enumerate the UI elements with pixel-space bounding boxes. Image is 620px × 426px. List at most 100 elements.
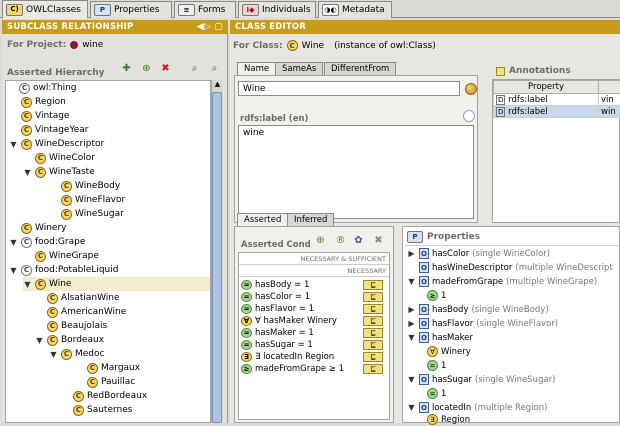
tree-node[interactable]: CWinery [21,221,66,235]
tree-node[interactable]: CSauternes [73,403,132,417]
tab-individuals[interactable]: I◆ Individuals [238,1,316,18]
tree-node[interactable]: CRedBordeaux [73,389,147,403]
expand-toggle-icon[interactable]: ▼ [23,168,32,177]
annotation-row[interactable]: D rdfs:label win [494,106,620,118]
expand-toggle-icon[interactable]: ▶ [407,305,416,314]
tree-node[interactable]: CAlsatianWine [47,291,120,305]
property-row[interactable]: ▼OhasMaker [407,331,473,344]
tree-node-selected[interactable]: ▼CWine [23,277,211,291]
tree-scroll-thumb[interactable] [212,92,222,423]
annotation-row[interactable]: D rdfs:label vin [494,94,620,106]
language-ring-icon[interactable] [463,110,475,122]
tree-node[interactable]: CAmericanWine [47,305,126,319]
tree-node[interactable]: CPauillac [87,375,135,389]
tree-node[interactable]: CWineSugar [61,207,124,221]
property-sub-row[interactable]: =1 [427,359,446,372]
tree-node[interactable]: CMargaux [87,361,140,375]
expand-toggle-icon[interactable]: ▶ [407,319,416,328]
class-icon: C [21,237,32,248]
property-sub-row[interactable]: ≥1 [427,289,446,302]
property-row[interactable]: ▶OhasColor(single WineColor) [407,247,550,260]
expand-toggle-icon[interactable]: ▼ [9,238,18,247]
expand-toggle-icon[interactable]: ▶ [407,249,416,258]
tab-differentfrom[interactable]: DifferentFrom [324,62,396,75]
condition-row[interactable]: =hasMaker = 1 [241,327,314,339]
for-class-label: For Class: [233,41,283,51]
expand-toggle-icon[interactable]: ▼ [407,277,416,286]
expand-toggle-icon[interactable]: ▼ [49,350,58,359]
tab-sameas[interactable]: SameAs [275,62,323,75]
property-row[interactable]: OhasWineDescriptor(multiple WineDescript [407,261,613,274]
tree-node[interactable]: ▼CWineTaste [23,165,95,179]
tree-node[interactable]: CWineBody [61,179,120,193]
tree-node[interactable]: Cowl:Thing [7,81,77,95]
condition-text: ∀ hasMaker Winery [255,316,337,326]
condition-row[interactable]: =hasFlavor = 1 [241,303,314,315]
create-restriction-icon[interactable]: ⊕ [314,234,327,247]
property-row[interactable]: ▶OhasBody(single WineBody) [407,303,549,316]
property-row[interactable]: ▼OmadeFromGrape(multiple WineGrape) [407,275,597,288]
tab-forms[interactable]: ≡ Forms [174,1,236,18]
tree-node[interactable]: ▼CBordeaux [35,333,104,347]
expand-toggle-icon[interactable]: ▼ [35,336,44,345]
property-sub-row[interactable]: ∀Winery [427,345,471,358]
create-sibling-icon[interactable]: ⊕ [140,62,153,75]
condition-row[interactable]: ≥madeFromGrape ≥ 1 [241,363,344,375]
tree-node[interactable]: CRegion [21,95,66,109]
tab-properties[interactable]: P Properties [90,1,172,18]
expand-toggle-icon[interactable]: ▼ [23,280,32,289]
property-desc: (multiple WineDescript [515,263,612,273]
tree-node[interactable]: CWineColor [35,151,95,165]
class-icon: C [47,321,58,332]
tree-node[interactable]: ▼Cfood:PotableLiquid [9,263,118,277]
scroll-up-icon[interactable]: ▲ [212,80,223,90]
expand-toggle-icon[interactable]: ▼ [9,266,18,275]
tree-node-label: Wine [49,279,71,289]
create-subclass-icon[interactable]: ✚ [120,62,133,75]
tree-node[interactable]: CWineFlavor [61,193,125,207]
properties-header: P Properties [407,231,480,243]
search-icon[interactable]: ⌕ [188,62,201,75]
tree-node[interactable]: ▼CMedoc [49,347,104,361]
tree-node[interactable]: ▼CWineDescriptor [9,137,104,151]
annotations-column-header: Property [494,81,599,94]
expand-toggle-icon[interactable]: ▼ [9,140,18,149]
globe-icon[interactable] [465,83,477,95]
tab-metadata[interactable]: ◑◐ Metadata [318,1,392,18]
property-sub-row[interactable]: =1 [427,387,446,400]
delete-class-icon[interactable]: ✖ [159,62,172,75]
condition-row[interactable]: =hasSugar = 1 [241,339,313,351]
condition-row[interactable]: =hasBody = 1 [241,279,309,291]
condition-text: hasMaker = 1 [255,328,314,338]
expand-toggle-icon[interactable]: ▼ [407,375,416,384]
rdfs-label-field[interactable]: wine [238,125,474,219]
remove-condition-icon[interactable]: ✖ [372,234,385,247]
equals-icon: = [241,304,252,314]
create-expression-icon[interactable]: ® [334,234,347,247]
exists-icon: ∃ [427,414,438,425]
class-icon: C [287,40,298,51]
tab-asserted[interactable]: Asserted [237,213,288,226]
property-desc: (single WineFlavor) [476,319,558,329]
expand-toggle-icon[interactable]: ▼ [407,333,416,342]
search-next-icon[interactable]: ⌕ [208,62,221,75]
condition-row[interactable]: ∀∀ hasMaker Winery [241,315,337,327]
name-field[interactable]: Wine [238,81,460,96]
property-sub-row[interactable]: ∃Region [427,413,470,426]
tab-name[interactable]: Name [237,62,276,75]
add-named-class-icon[interactable]: ✿ [352,234,365,247]
expand-toggle-icon[interactable]: ▼ [407,403,416,412]
condition-row[interactable]: =hasColor = 1 [241,291,310,303]
nav-arrows-icon[interactable]: ◀▷ ▢ [197,22,223,32]
property-name: hasFlavor [432,319,473,329]
tab-inferred[interactable]: Inferred [287,213,334,226]
tree-node[interactable]: CVintageYear [21,123,89,137]
tree-node[interactable]: ▼Cfood:Grape [9,235,85,249]
condition-row[interactable]: ∃∃ locatedIn Region [241,351,334,363]
tree-node[interactable]: CWineGrape [35,249,99,263]
tab-owlclasses[interactable]: C) OWLClasses [2,0,88,19]
property-row[interactable]: ▶OhasFlavor(single WineFlavor) [407,317,558,330]
tree-node[interactable]: CVintage [21,109,69,123]
tree-node[interactable]: CBeaujolais [47,319,107,333]
property-row[interactable]: ▼OhasSugar(single WineSugar) [407,373,555,386]
